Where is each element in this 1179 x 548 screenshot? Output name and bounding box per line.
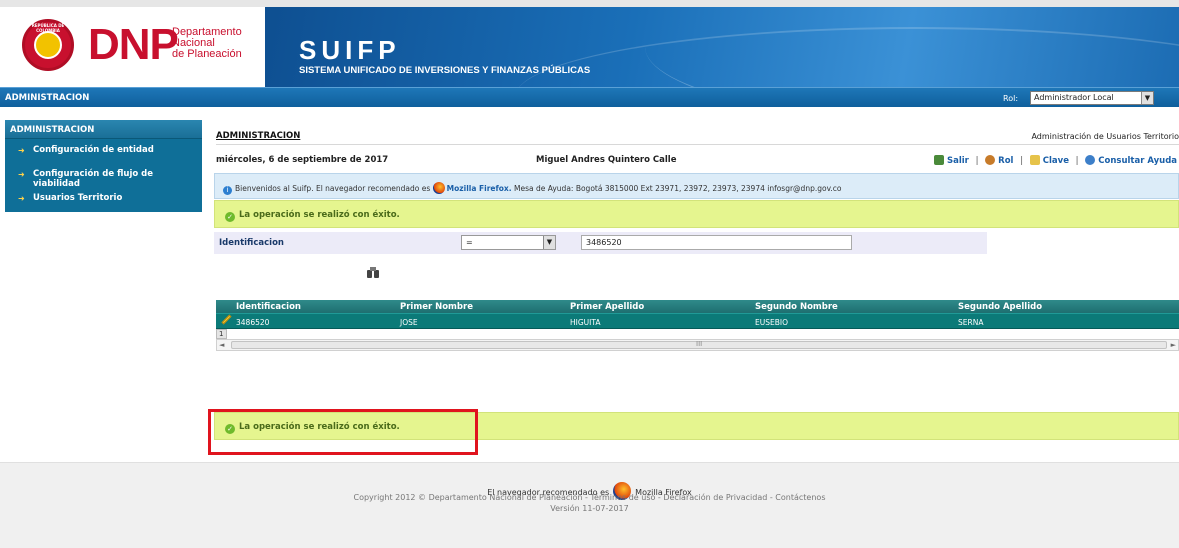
dnp-subtitle: Departamento Nacional de Planeación bbox=[172, 26, 242, 60]
firefox-link[interactable]: Mozilla Firefox. bbox=[447, 184, 512, 193]
column-header[interactable]: Segundo Nombre bbox=[755, 302, 838, 312]
filter-row: Identificacion = ▼ 3486520 bbox=[214, 232, 987, 254]
rol-select-value: Administrador Local bbox=[1034, 93, 1114, 102]
sidebar-header: ADMINISTRACION bbox=[5, 120, 202, 139]
page: REPÚBLICA DE COLOMBIA DNP Departamento N… bbox=[0, 0, 1179, 548]
rol-select[interactable]: Administrador Local ▼ bbox=[1030, 91, 1154, 105]
ayuda-link[interactable]: Consultar Ayuda bbox=[1098, 156, 1177, 166]
salir-link[interactable]: Salir bbox=[947, 156, 969, 166]
header: REPÚBLICA DE COLOMBIA DNP Departamento N… bbox=[0, 7, 1179, 87]
arrow-bullet-icon: ➜ bbox=[18, 146, 25, 155]
grid-header: Identificacion Primer Nombre Primer Apel… bbox=[216, 300, 1179, 313]
role-icon[interactable] bbox=[985, 155, 996, 165]
footer-copyright: Copyright 2012 © Departamento Nacional d… bbox=[353, 493, 826, 502]
sidebar: ADMINISTRACION ➜ Configuración de entida… bbox=[5, 120, 202, 212]
top-strip bbox=[0, 0, 1179, 7]
table-cell: JOSE bbox=[400, 318, 418, 327]
breadcrumb-row: ADMINISTRACION Administración de Usuario… bbox=[216, 131, 1179, 145]
results-grid: Identificacion Primer Nombre Primer Apel… bbox=[216, 300, 1179, 351]
info-icon: i bbox=[223, 186, 232, 195]
table-cell: 3486520 bbox=[236, 318, 270, 327]
search-binoculars-icon[interactable] bbox=[367, 267, 379, 278]
key-icon[interactable] bbox=[1029, 155, 1040, 165]
chevron-down-icon[interactable]: ▼ bbox=[1141, 92, 1153, 104]
column-header[interactable]: Segundo Apellido bbox=[958, 302, 1042, 312]
column-header[interactable]: Primer Nombre bbox=[400, 302, 473, 312]
table-cell: EUSEBIO bbox=[755, 318, 788, 327]
operator-select[interactable]: = ▼ bbox=[461, 235, 556, 250]
column-header[interactable]: Identificacion bbox=[236, 302, 301, 312]
scroll-left-icon[interactable]: ◄ bbox=[219, 341, 224, 349]
sidebar-item-usuarios-territorio[interactable]: ➜ Usuarios Territorio bbox=[5, 187, 202, 211]
header-links: Salir | Rol | Clave | Consultar Ayuda | bbox=[934, 155, 1179, 166]
arrow-bullet-icon: ➜ bbox=[18, 194, 25, 203]
suifp-subtitle: SISTEMA UNIFICADO DE INVERSIONES Y FINAN… bbox=[299, 65, 591, 76]
exit-icon[interactable] bbox=[934, 155, 944, 165]
dnp-logo[interactable]: REPÚBLICA DE COLOMBIA DNP Departamento N… bbox=[0, 7, 265, 87]
rol-link[interactable]: Rol bbox=[998, 156, 1013, 166]
breadcrumb[interactable]: ADMINISTRACION bbox=[216, 131, 300, 141]
suifp-banner: SUIFP SISTEMA UNIFICADO DE INVERSIONES Y… bbox=[265, 7, 1179, 87]
firefox-icon bbox=[432, 182, 445, 194]
filter-label: Identificacion bbox=[219, 238, 284, 248]
scrollbar-thumb[interactable]: III bbox=[231, 340, 1167, 349]
info-row: miércoles, 6 de septiembre de 2017 Migue… bbox=[216, 155, 1179, 169]
highlight-annotation-box bbox=[208, 409, 478, 455]
sidebar-item-configuracion-entidad[interactable]: ➜ Configuración de entidad bbox=[5, 139, 202, 163]
arrow-bullet-icon: ➜ bbox=[18, 170, 25, 179]
table-row[interactable]: 3486520 JOSE HIGUITA EUSEBIO SERNA bbox=[216, 313, 1179, 329]
page-title: Administración de Usuarios Territorio bbox=[1031, 132, 1179, 141]
horizontal-scrollbar[interactable]: ◄ III ► bbox=[216, 339, 1179, 351]
suifp-title: SUIFP bbox=[299, 35, 401, 65]
help-icon[interactable] bbox=[1085, 155, 1096, 165]
page-number[interactable]: 1 bbox=[216, 329, 227, 339]
success-message-top: ✓ La operación se realizó con éxito. bbox=[214, 200, 1179, 228]
sidebar-item-label: Usuarios Territorio bbox=[33, 193, 123, 203]
sidebar-item-label: Configuración de entidad bbox=[33, 145, 154, 155]
scroll-right-icon[interactable]: ► bbox=[1171, 341, 1176, 349]
check-icon: ✓ bbox=[225, 212, 235, 222]
user-name: Miguel Andres Quintero Calle bbox=[536, 155, 677, 165]
table-cell: SERNA bbox=[958, 318, 984, 327]
footer: El navegador recomendado es Mozilla Firef… bbox=[0, 462, 1179, 548]
top-navbar: ADMINISTRACION Rol: Administrador Local … bbox=[0, 87, 1179, 107]
welcome-banner: i Bienvenidos al Suifp. El navegador reco… bbox=[214, 173, 1179, 199]
sidebar-item-configuracion-flujo[interactable]: ➜ Configuración de flujo de viabilidad bbox=[5, 163, 202, 189]
operator-value: = bbox=[466, 238, 473, 247]
identificacion-value: 3486520 bbox=[586, 238, 622, 247]
navbar-title: ADMINISTRACION bbox=[5, 93, 90, 103]
pager: 1 bbox=[216, 329, 1179, 339]
column-header[interactable]: Primer Apellido bbox=[570, 302, 644, 312]
current-date: miércoles, 6 de septiembre de 2017 bbox=[216, 155, 389, 165]
rol-label: Rol: bbox=[1003, 94, 1019, 103]
sidebar-item-label: Configuración de flujo de viabilidad bbox=[33, 169, 154, 189]
edit-pencil-icon[interactable] bbox=[221, 314, 232, 325]
chevron-down-icon[interactable]: ▼ bbox=[543, 236, 555, 249]
clave-link[interactable]: Clave bbox=[1043, 156, 1069, 166]
footer-version: Versión 11-07-2017 bbox=[550, 504, 629, 513]
table-cell: HIGUITA bbox=[570, 318, 601, 327]
colombia-seal-icon: REPÚBLICA DE COLOMBIA bbox=[22, 19, 74, 71]
dnp-wordmark: DNP bbox=[88, 20, 179, 69]
identificacion-input[interactable]: 3486520 bbox=[581, 235, 852, 250]
